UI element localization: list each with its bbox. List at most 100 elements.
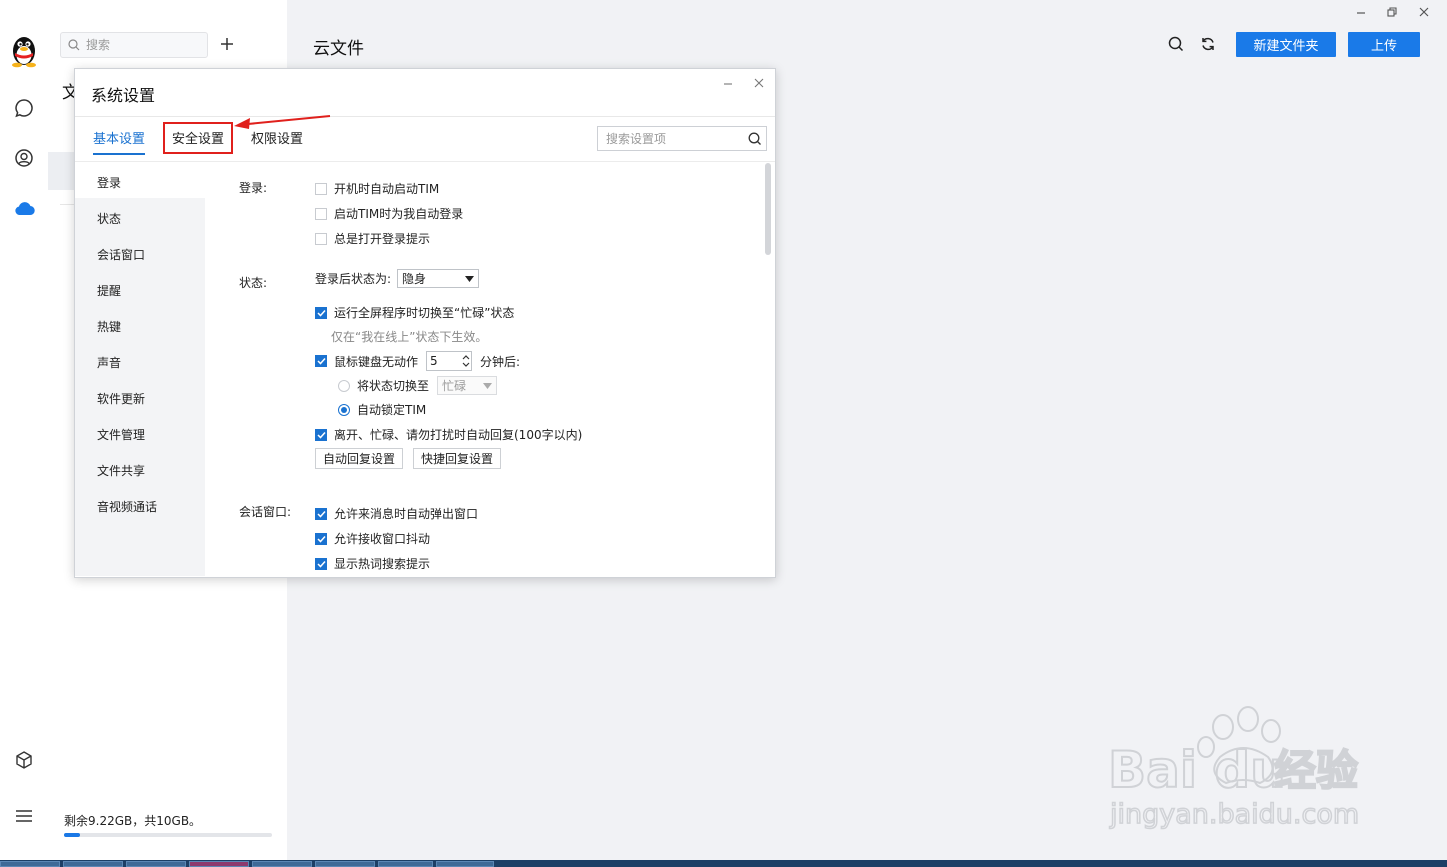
select-value: 隐身 <box>402 272 427 286</box>
settings-search-box[interactable] <box>597 126 767 151</box>
option-fullscreen-busy[interactable]: 运行全屏程序时切换至“忙碌”状态 <box>315 304 514 321</box>
checkbox-checked[interactable] <box>315 355 327 367</box>
dialog-minimize-button[interactable] <box>719 75 737 91</box>
divider <box>60 204 74 205</box>
settings-search-input[interactable] <box>604 130 748 147</box>
storage-progress-bar <box>64 833 272 837</box>
new-folder-button[interactable]: 新建文件夹 <box>1236 32 1336 57</box>
scrollbar-thumb[interactable] <box>765 163 771 255</box>
close-button[interactable] <box>1415 4 1433 20</box>
dialog-close-button[interactable] <box>750 75 768 91</box>
qq-penguin-icon[interactable] <box>7 32 41 68</box>
restore-button[interactable] <box>1383 4 1401 20</box>
checkbox[interactable] <box>315 232 327 245</box>
option-window-shake[interactable]: 允许接收窗口抖动 <box>315 530 430 547</box>
search-input[interactable] <box>84 37 198 53</box>
sidebar-item-hotkeys[interactable]: 热键 <box>97 318 121 335</box>
dropdown-arrow-icon <box>483 382 493 389</box>
selected-nav-item[interactable] <box>48 152 74 190</box>
refresh-button[interactable] <box>1199 35 1217 53</box>
watermark-url: jingyan.baidu.com <box>1109 799 1359 830</box>
option-autologin[interactable]: 启动TIM时为我自动登录 <box>315 205 463 222</box>
watermark-brand: Bai du <box>1108 741 1286 799</box>
option-hot-search[interactable]: 显示热词搜索提示 <box>315 555 430 572</box>
after-login-status-row: 登录后状态为: 隐身 <box>315 269 480 288</box>
option-label: 开机时自动启动TIM <box>334 182 440 196</box>
sidebar-item-chat-window[interactable]: 会话窗口 <box>97 246 145 263</box>
option-label: 总是打开登录提示 <box>334 232 431 246</box>
title-divider <box>75 116 775 117</box>
checkbox-checked[interactable] <box>315 557 327 570</box>
checkbox-checked[interactable] <box>315 306 327 319</box>
sidebar-item-software-update[interactable]: 软件更新 <box>97 390 145 407</box>
option-auto-lock[interactable]: 自动锁定TIM <box>338 401 426 418</box>
close-icon <box>1419 7 1429 17</box>
quick-reply-settings-button[interactable]: 快捷回复设置 <box>413 448 502 469</box>
search-icon <box>1168 36 1184 52</box>
sidebar-item-file-management[interactable]: 文件管理 <box>97 426 145 443</box>
chat-icon[interactable] <box>12 96 36 120</box>
watermark-brand-cn: 经验 <box>1274 746 1358 795</box>
menu-icon[interactable] <box>12 804 36 828</box>
baidu-jingyan-watermark: Bai du 经验 jingyan.baidu.com <box>1108 706 1360 831</box>
tab-basic-settings[interactable]: 基本设置 <box>93 127 146 155</box>
contacts-icon[interactable] <box>12 146 36 170</box>
option-idle[interactable]: 鼠标键盘无动作 5 分钟后: <box>315 351 520 371</box>
search-box[interactable] <box>60 32 208 58</box>
idle-suffix: 分钟后: <box>480 354 521 369</box>
restore-icon <box>1387 7 1397 17</box>
option-autostart[interactable]: 开机时自动启动TIM <box>315 180 439 197</box>
sidebar-item-file-sharing[interactable]: 文件共享 <box>97 462 145 479</box>
add-button[interactable] <box>216 32 238 56</box>
taskbar-item[interactable] <box>436 861 494 867</box>
page-title: 云文件 <box>313 39 364 59</box>
left-rail <box>0 0 49 860</box>
checkbox-checked[interactable] <box>315 507 327 520</box>
minimize-button[interactable] <box>1352 4 1370 20</box>
taskbar-item[interactable] <box>126 861 186 867</box>
sidebar-item-sound[interactable]: 声音 <box>97 354 121 371</box>
option-auto-reply[interactable]: 离开、忙碌、请勿打扰时自动回复(100字以内) <box>315 426 582 443</box>
highlight-box <box>163 122 233 154</box>
option-switch-status[interactable]: 将状态切换至 忙碌 <box>338 376 498 395</box>
option-auto-popup[interactable]: 允许来消息时自动弹出窗口 <box>315 505 478 522</box>
switch-status-select[interactable]: 忙碌 <box>437 376 498 395</box>
section-label-login: 登录: <box>239 181 268 195</box>
auto-reply-settings-button[interactable]: 自动回复设置 <box>315 448 404 469</box>
sidebar-selected-bg <box>75 162 205 198</box>
taskbar-item[interactable] <box>189 861 249 867</box>
radio-selected[interactable] <box>338 403 350 416</box>
option-label: 鼠标键盘无动作 <box>334 354 419 369</box>
checkbox-checked[interactable] <box>315 428 327 441</box>
storage-text: 剩余9.22GB，共10GB。 <box>64 814 202 828</box>
checkbox[interactable] <box>315 182 327 195</box>
minimize-icon <box>1357 12 1365 14</box>
sidebar-item-login[interactable]: 登录 <box>97 174 121 191</box>
upload-button[interactable]: 上传 <box>1348 32 1420 57</box>
taskbar-item[interactable] <box>0 861 60 867</box>
settings-dialog: 系统设置 基本设置 安全设置 权限设置 登录 状态 会话窗口 提醒 热键 声音 … <box>74 68 776 578</box>
after-login-status-select[interactable]: 隐身 <box>397 269 480 288</box>
checkbox[interactable] <box>315 207 327 220</box>
option-login-prompt[interactable]: 总是打开登录提示 <box>315 230 430 247</box>
idle-minutes-stepper[interactable]: 5 <box>426 351 473 371</box>
option-label: 显示热词搜索提示 <box>334 557 431 571</box>
close-icon <box>754 78 764 88</box>
section-label-chat: 会话窗口: <box>239 505 292 519</box>
cloud-icon[interactable] <box>12 196 36 220</box>
sidebar-item-status[interactable]: 状态 <box>97 210 121 227</box>
stepper-arrows-icon[interactable] <box>461 353 471 369</box>
dropdown-arrow-icon <box>465 275 475 282</box>
settings-scrollbar[interactable] <box>765 163 773 575</box>
taskbar-item[interactable] <box>378 861 433 867</box>
cube-icon[interactable] <box>12 748 36 772</box>
taskbar-item[interactable] <box>315 861 375 867</box>
sidebar-item-reminder[interactable]: 提醒 <box>97 282 121 299</box>
radio[interactable] <box>338 379 350 392</box>
checkbox-checked[interactable] <box>315 532 327 545</box>
dialog-title: 系统设置 <box>91 86 156 105</box>
search-files-button[interactable] <box>1167 35 1185 53</box>
taskbar-item[interactable] <box>252 861 312 867</box>
taskbar-item[interactable] <box>63 861 123 867</box>
sidebar-item-av-call[interactable]: 音视频通话 <box>97 498 157 515</box>
